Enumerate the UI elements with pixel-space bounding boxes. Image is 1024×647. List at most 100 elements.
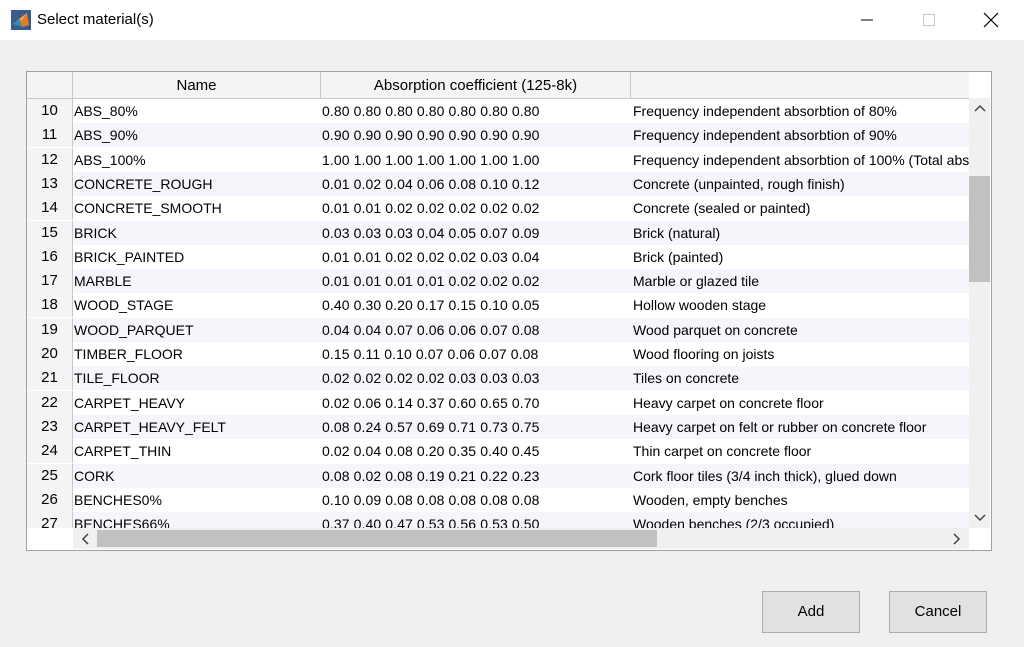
name-cell[interactable]: CARPET_HEAVY_FELT	[74, 415, 320, 439]
materials-table[interactable]: Name Absorption coefficient (125-8k) 10 A…	[26, 71, 992, 551]
maximize-button[interactable]	[906, 0, 952, 40]
table-row[interactable]: 17 MARBLE 0.01 0.01 0.01 0.01 0.02 0.02 0.…	[27, 269, 969, 294]
name-cell[interactable]: ABS_80%	[74, 99, 320, 123]
absorption-cell[interactable]: 0.08 0.02 0.08 0.19 0.21 0.22 0.23	[322, 464, 630, 488]
scroll-left-button[interactable]	[75, 528, 95, 549]
row-index-cell[interactable]: 24	[27, 439, 73, 464]
vertical-scrollbar[interactable]	[969, 98, 990, 528]
description-cell[interactable]: Frequency independent absorbtion of 90%	[633, 123, 969, 147]
absorption-cell[interactable]: 0.37 0.40 0.47 0.53 0.56 0.53 0.50	[322, 512, 630, 528]
table-row[interactable]: 15 BRICK 0.03 0.03 0.03 0.04 0.05 0.07 0.0…	[27, 220, 969, 245]
absorption-cell[interactable]: 0.80 0.80 0.80 0.80 0.80 0.80 0.80	[322, 99, 630, 123]
name-cell[interactable]: CONCRETE_ROUGH	[74, 172, 320, 196]
description-cell[interactable]: Cork floor tiles (3/4 inch thick), glued…	[633, 464, 969, 488]
row-index-cell[interactable]: 27	[27, 512, 73, 528]
row-index-cell[interactable]: 18	[27, 293, 73, 318]
header-index[interactable]	[27, 72, 73, 98]
add-button[interactable]: Add	[762, 591, 860, 633]
table-row[interactable]: 20 TIMBER_FLOOR 0.15 0.11 0.10 0.07 0.06 0…	[27, 342, 969, 366]
description-cell[interactable]: Heavy carpet on concrete floor	[633, 391, 969, 415]
table-row[interactable]: 23 CARPET_HEAVY_FELT 0.08 0.24 0.57 0.69 0…	[27, 414, 969, 439]
row-index-cell[interactable]: 16	[27, 244, 73, 269]
description-cell[interactable]: Frequency independent absorbtion of 80%	[633, 99, 969, 123]
name-cell[interactable]: MARBLE	[74, 269, 320, 293]
header-description[interactable]	[631, 72, 969, 98]
name-cell[interactable]: WOOD_STAGE	[74, 293, 320, 317]
scroll-right-button[interactable]	[947, 528, 967, 549]
description-cell[interactable]: Brick (painted)	[633, 245, 969, 269]
cancel-button[interactable]: Cancel	[889, 591, 987, 633]
name-cell[interactable]: BRICK	[74, 221, 320, 245]
description-cell[interactable]: Marble or glazed tile	[633, 269, 969, 293]
row-index-cell[interactable]: 22	[27, 390, 73, 415]
row-index-cell[interactable]: 12	[27, 147, 73, 172]
scroll-up-button[interactable]	[969, 98, 990, 118]
vertical-scroll-thumb[interactable]	[969, 176, 990, 282]
description-cell[interactable]: Thin carpet on concrete floor	[633, 439, 969, 463]
name-cell[interactable]: CORK	[74, 464, 320, 488]
description-cell[interactable]: Concrete (unpainted, rough finish)	[633, 172, 969, 196]
title-bar[interactable]: Select material(s)	[0, 0, 1024, 40]
row-index-cell[interactable]: 17	[27, 269, 73, 294]
table-row[interactable]: 14 CONCRETE_SMOOTH 0.01 0.01 0.02 0.02 0.0…	[27, 196, 969, 221]
absorption-cell[interactable]: 1.00 1.00 1.00 1.00 1.00 1.00 1.00	[322, 148, 630, 172]
name-cell[interactable]: WOOD_PARQUET	[74, 318, 320, 342]
absorption-cell[interactable]: 0.03 0.03 0.03 0.04 0.05 0.07 0.09	[322, 221, 630, 245]
absorption-cell[interactable]: 0.90 0.90 0.90 0.90 0.90 0.90 0.90	[322, 123, 630, 147]
absorption-cell[interactable]: 0.01 0.01 0.02 0.02 0.02 0.03 0.04	[322, 245, 630, 269]
minimize-button[interactable]	[844, 0, 890, 40]
horizontal-scroll-thumb[interactable]	[97, 530, 657, 547]
description-cell[interactable]: Tiles on concrete	[633, 366, 969, 390]
name-cell[interactable]: TILE_FLOOR	[74, 366, 320, 390]
absorption-cell[interactable]: 0.40 0.30 0.20 0.17 0.15 0.10 0.05	[322, 293, 630, 317]
table-row[interactable]: 25 CORK 0.08 0.02 0.08 0.19 0.21 0.22 0.23…	[27, 463, 969, 488]
description-cell[interactable]: Frequency independent absorbtion of 100%…	[633, 148, 969, 172]
description-cell[interactable]: Hollow wooden stage	[633, 293, 969, 317]
table-row[interactable]: 16 BRICK_PAINTED 0.01 0.01 0.02 0.02 0.02 …	[27, 244, 969, 269]
row-index-cell[interactable]: 23	[27, 414, 73, 439]
table-row[interactable]: 24 CARPET_THIN 0.02 0.04 0.08 0.20 0.35 0.…	[27, 439, 969, 464]
table-row[interactable]: 11 ABS_90% 0.90 0.90 0.90 0.90 0.90 0.90 0…	[27, 123, 969, 148]
row-index-cell[interactable]: 14	[27, 196, 73, 221]
row-index-cell[interactable]: 19	[27, 317, 73, 342]
description-cell[interactable]: Wood parquet on concrete	[633, 318, 969, 342]
description-cell[interactable]: Wood flooring on joists	[633, 342, 969, 366]
absorption-cell[interactable]: 0.10 0.09 0.08 0.08 0.08 0.08 0.08	[322, 488, 630, 512]
name-cell[interactable]: BRICK_PAINTED	[74, 245, 320, 269]
name-cell[interactable]: BENCHES0%	[74, 488, 320, 512]
header-name[interactable]: Name	[73, 72, 321, 98]
description-cell[interactable]: Brick (natural)	[633, 221, 969, 245]
row-index-cell[interactable]: 20	[27, 342, 73, 366]
absorption-cell[interactable]: 0.08 0.24 0.57 0.69 0.71 0.73 0.75	[322, 415, 630, 439]
name-cell[interactable]: CONCRETE_SMOOTH	[74, 196, 320, 220]
table-row[interactable]: 27 BENCHES66% 0.37 0.40 0.47 0.53 0.56 0.5…	[27, 512, 969, 528]
name-cell[interactable]: CARPET_THIN	[74, 439, 320, 463]
absorption-cell[interactable]: 0.15 0.11 0.10 0.07 0.06 0.07 0.08	[322, 342, 630, 366]
description-cell[interactable]: Heavy carpet on felt or rubber on concre…	[633, 415, 969, 439]
name-cell[interactable]: BENCHES66%	[74, 512, 320, 528]
table-row[interactable]: 13 CONCRETE_ROUGH 0.01 0.02 0.04 0.06 0.08…	[27, 171, 969, 196]
scroll-down-button[interactable]	[969, 508, 990, 528]
table-row[interactable]: 26 BENCHES0% 0.10 0.09 0.08 0.08 0.08 0.08…	[27, 487, 969, 512]
name-cell[interactable]: ABS_90%	[74, 123, 320, 147]
absorption-cell[interactable]: 0.01 0.01 0.02 0.02 0.02 0.02 0.02	[322, 196, 630, 220]
table-row[interactable]: 21 TILE_FLOOR 0.02 0.02 0.02 0.02 0.03 0.0…	[27, 366, 969, 391]
absorption-cell[interactable]: 0.02 0.06 0.14 0.37 0.60 0.65 0.70	[322, 391, 630, 415]
name-cell[interactable]: TIMBER_FLOOR	[74, 342, 320, 366]
absorption-cell[interactable]: 0.02 0.04 0.08 0.20 0.35 0.40 0.45	[322, 439, 630, 463]
row-index-cell[interactable]: 26	[27, 487, 73, 512]
row-index-cell[interactable]: 15	[27, 220, 73, 245]
header-absorption[interactable]: Absorption coefficient (125-8k)	[321, 72, 631, 98]
description-cell[interactable]: Concrete (sealed or painted)	[633, 196, 969, 220]
table-row[interactable]: 18 WOOD_STAGE 0.40 0.30 0.20 0.17 0.15 0.1…	[27, 293, 969, 318]
absorption-cell[interactable]: 0.02 0.02 0.02 0.02 0.03 0.03 0.03	[322, 366, 630, 390]
row-index-cell[interactable]: 11	[27, 123, 73, 148]
horizontal-scrollbar[interactable]	[73, 528, 969, 549]
absorption-cell[interactable]: 0.01 0.02 0.04 0.06 0.08 0.10 0.12	[322, 172, 630, 196]
absorption-cell[interactable]: 0.04 0.04 0.07 0.06 0.06 0.07 0.08	[322, 318, 630, 342]
table-row[interactable]: 12 ABS_100% 1.00 1.00 1.00 1.00 1.00 1.00 …	[27, 147, 969, 172]
name-cell[interactable]: ABS_100%	[74, 148, 320, 172]
description-cell[interactable]: Wooden, empty benches	[633, 488, 969, 512]
description-cell[interactable]: Wooden benches (2/3 occupied)	[633, 512, 969, 528]
row-index-cell[interactable]: 10	[27, 99, 73, 123]
